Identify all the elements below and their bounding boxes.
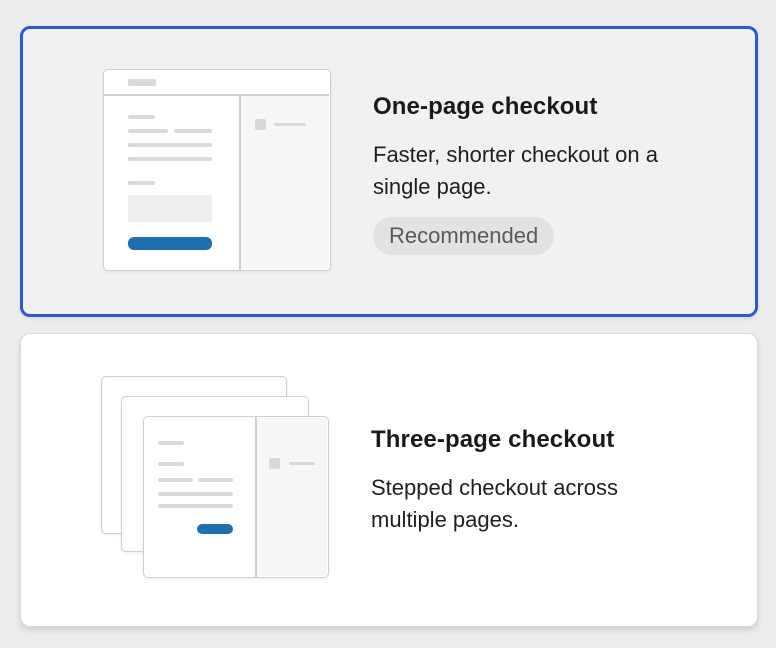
summary-thumb-mock [255,119,266,130]
form-label-mock [128,115,155,119]
summary-line-mock [274,123,306,126]
option-text: Three-page checkout Stepped checkout acr… [371,426,691,536]
form-label-mock [128,181,155,185]
panel-divider [239,95,241,270]
form-label-mock [158,462,184,466]
option-text: One-page checkout Faster, shorter checko… [373,93,693,255]
page-mock [103,69,331,271]
option-one-page-checkout[interactable]: One-page checkout Faster, shorter checko… [20,26,758,317]
checkout-style-picker: One-page checkout Faster, shorter checko… [0,0,776,648]
form-field-mock [128,195,212,222]
form-line-mock [158,478,193,482]
form-label-mock [158,441,184,445]
panel-divider [255,417,257,577]
summary-panel-mock [257,418,327,576]
form-line-mock [158,504,233,508]
summary-thumb-mock [269,458,280,469]
form-line-mock [128,143,212,147]
form-line-mock [128,157,212,161]
form-line-mock [198,478,233,482]
option-description: Stepped checkout across multiple pages. [371,475,619,532]
option-description: Faster, shorter checkout on a single pag… [373,142,658,199]
one-page-checkout-illustration [103,69,333,273]
option-title: One-page checkout [373,93,598,120]
form-line-mock [128,129,168,133]
three-page-checkout-illustration [101,376,331,580]
form-line-mock [174,129,212,133]
continue-button-mock [197,524,233,534]
header-mock-bar [128,79,156,86]
form-line-mock [158,492,233,496]
summary-line-mock [289,462,315,465]
recommended-badge: Recommended [373,217,555,255]
option-three-page-checkout[interactable]: Three-page checkout Stepped checkout acr… [20,333,758,627]
option-title: Three-page checkout [371,426,615,453]
page-mock-front [143,416,329,578]
pay-button-mock [128,237,212,250]
